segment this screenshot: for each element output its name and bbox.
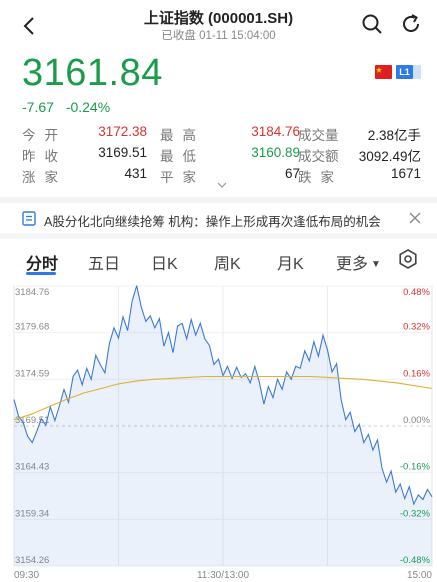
change-percent: -0.24%: [65, 99, 111, 115]
intraday-chart[interactable]: 3184.76 0.48%3179.68 0.32%3174.59 0.16%3169…: [0, 280, 437, 582]
settings-icon[interactable]: [397, 248, 419, 270]
y-tick-percent: -0.16%: [400, 462, 431, 473]
current-price: 3161.84: [22, 52, 163, 94]
stat-label-turnover: 成交额: [298, 149, 339, 164]
stat-label-open: 今开: [22, 128, 67, 143]
y-tick-label: 3174.59: [15, 368, 49, 379]
active-tab-indicator: [26, 272, 56, 275]
stats-row: 今开 3172.38 最高 3184.76 成交量 2.38亿手: [0, 124, 437, 144]
y-tick-label: 3184.76: [15, 287, 49, 298]
stat-label-advancers: 涨家: [22, 170, 67, 185]
stat-label-low: 最低: [160, 149, 205, 164]
stat-label-prev-close: 昨收: [22, 149, 67, 164]
stat-label-unchanged: 平家: [160, 170, 205, 185]
x-tick-label: 15:00: [407, 570, 432, 581]
chevron-down-icon[interactable]: [215, 180, 229, 190]
tab-daily-k[interactable]: 日K: [151, 250, 178, 274]
stat-value-prev-close: 3169.51: [98, 145, 147, 160]
stat-value-open: 3172.38: [98, 124, 147, 139]
stat-value-turnover: 3092.49亿: [358, 149, 421, 164]
y-tick-percent: 0.16%: [403, 368, 430, 379]
y-tick-percent: 0.48%: [403, 287, 430, 298]
stat-value-high: 3184.76: [251, 124, 300, 139]
tab-weekly-k[interactable]: 周K: [214, 250, 241, 274]
search-icon[interactable]: [360, 12, 384, 36]
x-tick-label: 11:30/13:00: [197, 570, 250, 581]
price-change: -7.67 -0.24%: [22, 99, 118, 115]
y-tick-percent: 0.00%: [403, 415, 430, 426]
stat-label-high: 最高: [160, 128, 205, 143]
china-flag-icon: [375, 65, 392, 79]
news-icon: [22, 211, 36, 226]
change-value: -7.67: [22, 99, 54, 115]
tab-more-label: 更多: [336, 256, 369, 273]
tab-monthly-k[interactable]: 月K: [277, 250, 304, 274]
level1-badge: L1: [396, 65, 413, 79]
caret-down-icon: ▼: [371, 259, 381, 270]
stat-label-volume: 成交量: [298, 128, 339, 143]
stat-value-advancers: 431: [124, 166, 147, 181]
level-badge-tail: [413, 65, 421, 79]
stat-value-decliners: 1671: [390, 166, 421, 181]
section-divider: [0, 233, 437, 239]
y-tick-label: 3179.68: [15, 322, 49, 333]
news-headline[interactable]: A股分化北向继续抢筹 机构：操作上形成再次逢低布局的机会: [44, 211, 381, 230]
close-icon[interactable]: [408, 211, 422, 225]
stat-label-decliners: 跌家: [298, 170, 343, 185]
tab-more[interactable]: 更多 ▼: [336, 250, 381, 274]
x-tick-label: 09:30: [14, 570, 39, 581]
stats-row: 昨收 3169.51 最低 3160.89 成交额 3092.49亿: [0, 145, 437, 165]
stat-value-low: 3160.89: [251, 145, 300, 160]
stat-value-volume: 2.38亿手: [367, 128, 421, 143]
refresh-icon[interactable]: [399, 12, 423, 36]
y-tick-percent: 0.32%: [403, 322, 430, 333]
section-divider: [0, 197, 437, 203]
tab-intraday[interactable]: 分时: [26, 250, 58, 274]
tab-five-day[interactable]: 五日: [88, 250, 120, 274]
